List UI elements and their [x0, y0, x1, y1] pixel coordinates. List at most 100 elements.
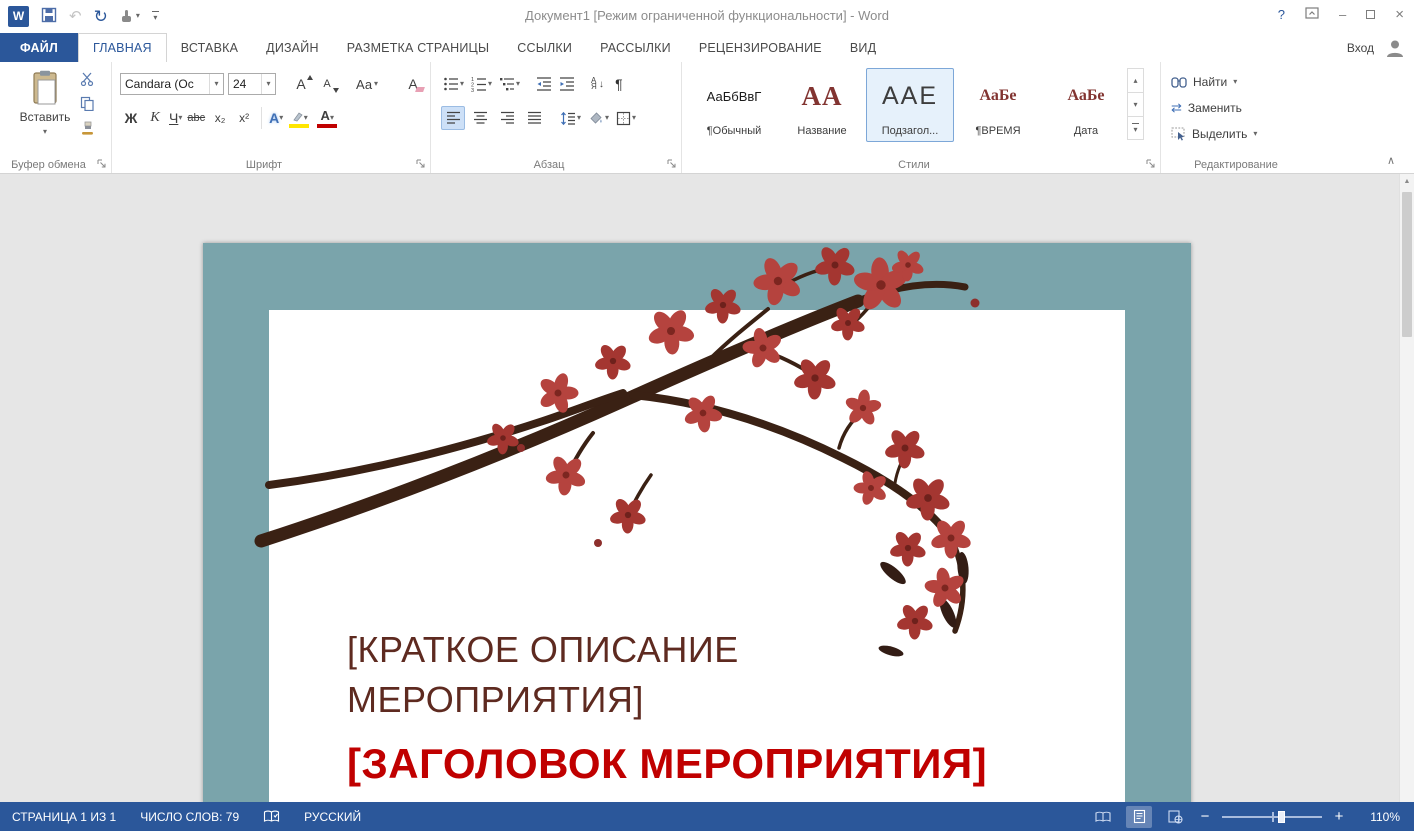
shrink-font-button[interactable]: А [316, 72, 338, 96]
minimize-button[interactable]: – [1339, 7, 1346, 22]
align-center-button[interactable] [468, 106, 492, 130]
tab-row-spacer [890, 33, 1347, 62]
highlight-color-button[interactable]: ▾ [286, 106, 312, 130]
style-subtitle[interactable]: ААЕ Подзагол... [866, 68, 954, 142]
ribbon-display-options-button[interactable] [1305, 7, 1319, 22]
bold-button[interactable]: Ж [120, 106, 142, 130]
style-date[interactable]: АаБе Дата [1042, 68, 1130, 142]
bullets-button[interactable]: ▾ [441, 72, 466, 96]
zoom-slider[interactable] [1222, 810, 1322, 824]
style-title[interactable]: АА Название [778, 68, 866, 142]
tab-recenzirovanie[interactable]: РЕЦЕНЗИРОВАНИЕ [685, 33, 836, 62]
touch-mode-button[interactable]: ▾ [120, 9, 140, 23]
multilevel-list-button[interactable]: ▾ [497, 72, 522, 96]
vertical-scrollbar[interactable]: ▲ [1399, 174, 1414, 802]
save-button[interactable] [41, 7, 57, 26]
align-right-button[interactable] [495, 106, 519, 130]
style-normal[interactable]: АаБбВвГ ¶Обычный [690, 68, 778, 142]
line-spacing-button[interactable]: ▾ [558, 106, 583, 130]
copy-button[interactable] [80, 96, 95, 114]
web-layout-button[interactable] [1162, 806, 1188, 828]
sort-button[interactable]: А Я ↓ [589, 72, 606, 96]
undo-button[interactable]: ↶ [69, 9, 82, 24]
grow-font-button[interactable]: А [290, 72, 312, 96]
text-effects-button[interactable]: А ▾ [268, 106, 284, 130]
word-count[interactable]: ЧИСЛО СЛОВ: 79 [140, 810, 239, 824]
paste-button[interactable]: Вставить ▾ [16, 70, 74, 158]
page-indicator[interactable]: СТРАНИЦА 1 ИЗ 1 [12, 810, 116, 824]
scrollbar-thumb[interactable] [1402, 192, 1412, 337]
language-indicator[interactable]: РУССКИЙ [304, 810, 361, 824]
font-size-combobox[interactable]: 24 ▾ [228, 73, 276, 95]
justify-button[interactable] [522, 106, 546, 130]
underline-label: Ч [169, 110, 178, 126]
font-dialog-launcher[interactable] [415, 158, 427, 170]
clear-formatting-button[interactable]: А [402, 72, 424, 96]
show-marks-button[interactable]: ¶ [609, 72, 629, 96]
tab-file[interactable]: ФАЙЛ [0, 33, 78, 62]
document-area[interactable]: [КРАТКОЕ ОПИСАНИЕ МЕРОПРИЯТИЯ] [ЗАГОЛОВО… [0, 174, 1414, 802]
tab-rassylki[interactable]: РАССЫЛКИ [586, 33, 685, 62]
decrease-indent-button[interactable] [534, 72, 554, 96]
styles-scroll-up-button[interactable]: ▴ [1127, 68, 1144, 92]
tab-dizayn[interactable]: ДИЗАЙН [252, 33, 333, 62]
numbering-button[interactable]: 123 ▾ [469, 72, 494, 96]
word-logo-icon[interactable]: W [8, 6, 29, 27]
avatar-icon[interactable] [1384, 37, 1406, 59]
tab-ssylki[interactable]: ССЫЛКИ [503, 33, 586, 62]
style-time[interactable]: АаБе ¶ВРЕМЯ [954, 68, 1042, 142]
font-color-button[interactable]: А ▾ [314, 106, 340, 130]
font-size-caret-icon[interactable]: ▾ [261, 74, 275, 94]
tab-vid[interactable]: ВИД [836, 33, 890, 62]
shading-button[interactable]: ▾ [586, 106, 611, 130]
zoom-out-button[interactable]: − [1198, 808, 1212, 825]
print-layout-button[interactable] [1126, 806, 1152, 828]
qat-customize-bar-icon [152, 11, 159, 12]
tab-glavnaya[interactable]: ГЛАВНАЯ [78, 33, 167, 62]
help-button[interactable]: ? [1278, 7, 1285, 22]
collapse-ribbon-button[interactable]: ∧ [1380, 151, 1402, 169]
font-name-caret-icon[interactable]: ▾ [209, 74, 223, 94]
scroll-up-arrow-icon[interactable]: ▲ [1400, 174, 1414, 189]
format-painter-button[interactable] [80, 121, 95, 139]
styles-dialog-launcher[interactable] [1145, 158, 1157, 170]
sort-arrow-icon: ↓ [599, 79, 604, 90]
zoom-slider-thumb[interactable] [1278, 811, 1285, 823]
increase-indent-button[interactable] [557, 72, 577, 96]
close-button[interactable]: × [1395, 6, 1404, 23]
align-left-icon [446, 111, 461, 125]
font-size-value: 24 [229, 77, 261, 91]
redo-button[interactable]: ↻ [94, 8, 108, 25]
read-mode-button[interactable] [1090, 806, 1116, 828]
tab-vstavka[interactable]: ВСТАВКА [167, 33, 252, 62]
event-description-placeholder[interactable]: [КРАТКОЕ ОПИСАНИЕ МЕРОПРИЯТИЯ] [347, 625, 837, 725]
tab-razmetka[interactable]: РАЗМЕТКА СТРАНИЦЫ [333, 33, 504, 62]
document-text-block[interactable]: [КРАТКОЕ ОПИСАНИЕ МЕРОПРИЯТИЯ] [ЗАГОЛОВО… [347, 625, 837, 802]
sign-in-link[interactable]: Вход [1347, 41, 1374, 55]
italic-button[interactable]: К [144, 106, 166, 130]
borders-button[interactable]: ▾ [614, 106, 638, 130]
paragraph-dialog-launcher[interactable] [666, 158, 678, 170]
change-case-button[interactable]: Аа ▾ [354, 72, 380, 96]
select-button[interactable]: Выделить ▾ [1171, 122, 1257, 146]
font-name-combobox[interactable]: Candara (Ос ▾ [120, 73, 224, 95]
replace-button[interactable]: ⇄ Заменить [1171, 96, 1242, 120]
subscript-button[interactable]: x₂ [209, 106, 231, 130]
document-page[interactable]: [КРАТКОЕ ОПИСАНИЕ МЕРОПРИЯТИЯ] [ЗАГОЛОВО… [203, 243, 1191, 802]
proofing-icon[interactable] [263, 810, 280, 824]
clipboard-dialog-launcher[interactable] [96, 158, 108, 170]
superscript-button[interactable]: x² [233, 106, 255, 130]
event-title-placeholder[interactable]: [ЗАГОЛОВОК МЕРОПРИЯТИЯ] [347, 740, 837, 788]
zoom-level[interactable]: 110% [1356, 810, 1400, 824]
qat-customize-button[interactable]: ▾ [152, 11, 159, 22]
cut-button[interactable] [80, 72, 95, 89]
align-left-button[interactable] [441, 106, 465, 130]
strikethrough-button[interactable]: abc [185, 106, 207, 130]
zoom-in-button[interactable]: + [1332, 808, 1346, 825]
maximize-button[interactable] [1366, 7, 1375, 22]
underline-button[interactable]: Ч ▾ [168, 106, 183, 130]
styles-scroll-down-button[interactable]: ▾ [1127, 92, 1144, 116]
find-button[interactable]: Найти ▾ [1171, 70, 1237, 94]
styles-more-button[interactable]: ▾ [1127, 116, 1144, 140]
style-normal-preview: АаБбВвГ [707, 74, 762, 118]
